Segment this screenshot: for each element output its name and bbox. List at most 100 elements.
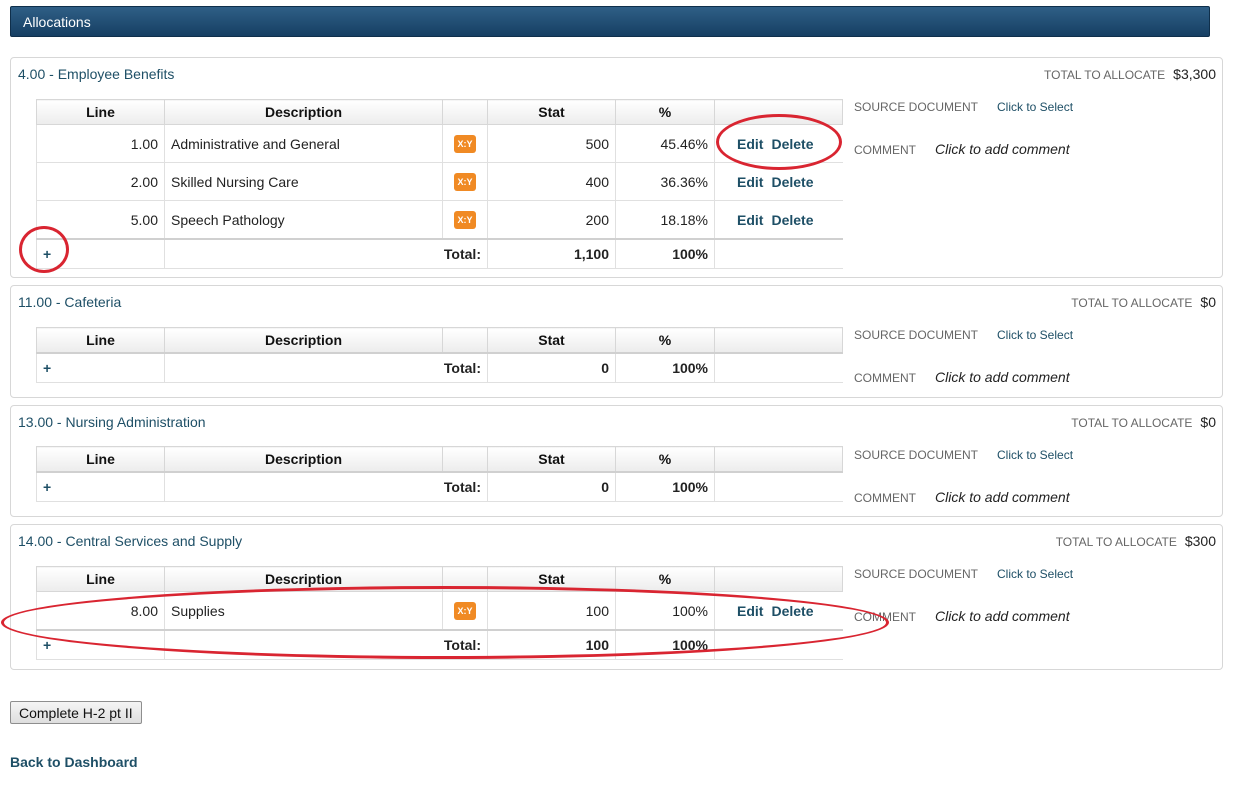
- total-row: + Total: 100 100%: [36, 629, 843, 660]
- table-header-row: Line Description Stat %: [36, 446, 843, 473]
- delete-button[interactable]: Delete: [771, 603, 813, 619]
- total-stat: 100: [487, 629, 616, 660]
- row-line: 8.00: [36, 591, 165, 631]
- section-title: 4.00 - Employee Benefits: [18, 66, 175, 82]
- edit-button[interactable]: Edit: [737, 603, 763, 619]
- col-icon: [442, 566, 488, 592]
- allocations-header: Allocations: [10, 6, 1210, 37]
- source-document-select-link[interactable]: Click to Select: [997, 567, 1073, 581]
- col-description: Description: [164, 327, 443, 354]
- row-stat: 500: [487, 124, 616, 163]
- add-row-cell: +: [36, 352, 165, 383]
- total-to-allocate-value: $300: [1184, 533, 1216, 549]
- col-percent: %: [615, 566, 715, 592]
- col-stat: Stat: [487, 99, 616, 125]
- section-employee-benefits: 4.00 - Employee Benefits TOTAL TO ALLOCA…: [10, 57, 1223, 278]
- allocation-table: Line Description Stat % 1.00 Administrat…: [36, 99, 843, 269]
- total-to-allocate-value: $0: [1200, 414, 1216, 430]
- total-to-allocate-label: TOTAL TO ALLOCATE: [1071, 416, 1193, 430]
- xy-ratio-icon[interactable]: X:Y: [454, 135, 476, 153]
- total-to-allocate: TOTAL TO ALLOCATE $300: [1056, 533, 1216, 549]
- edit-button[interactable]: Edit: [737, 174, 763, 190]
- allocations-title: Allocations: [23, 14, 91, 30]
- total-label: Total:: [164, 238, 488, 269]
- row-actions: Edit Delete: [714, 200, 843, 240]
- section-central-services-supply: 14.00 - Central Services and Supply TOTA…: [10, 524, 1223, 670]
- source-document-select-link[interactable]: Click to Select: [997, 100, 1073, 114]
- source-document-label: SOURCE DOCUMENT: [854, 328, 979, 342]
- total-percent: 100%: [615, 352, 715, 383]
- add-row-button[interactable]: +: [43, 637, 51, 653]
- comment-label: COMMENT: [854, 491, 916, 505]
- section-nursing-administration: 13.00 - Nursing Administration TOTAL TO …: [10, 405, 1223, 517]
- total-row: + Total: 0 100%: [36, 471, 843, 502]
- total-actions-cell: [714, 352, 843, 383]
- row-line: 5.00: [36, 200, 165, 240]
- table-header-row: Line Description Stat %: [36, 99, 843, 125]
- row-icon-cell: X:Y: [442, 162, 488, 201]
- row-stat: 400: [487, 162, 616, 201]
- edit-button[interactable]: Edit: [737, 136, 763, 152]
- col-icon: [442, 99, 488, 125]
- total-to-allocate: TOTAL TO ALLOCATE $0: [1071, 414, 1216, 430]
- add-comment-link[interactable]: Click to add comment: [935, 141, 1070, 157]
- source-document-label: SOURCE DOCUMENT: [854, 100, 979, 114]
- add-row-button[interactable]: +: [43, 246, 51, 262]
- source-document-label: SOURCE DOCUMENT: [854, 567, 979, 581]
- col-stat: Stat: [487, 566, 616, 592]
- total-percent: 100%: [615, 629, 715, 660]
- back-to-dashboard-link[interactable]: Back to Dashboard: [10, 754, 138, 770]
- edit-button[interactable]: Edit: [737, 212, 763, 228]
- total-percent: 100%: [615, 471, 715, 502]
- delete-button[interactable]: Delete: [771, 136, 813, 152]
- total-to-allocate-label: TOTAL TO ALLOCATE: [1071, 296, 1193, 310]
- col-percent: %: [615, 446, 715, 473]
- add-comment-link[interactable]: Click to add comment: [935, 489, 1070, 505]
- add-comment-link[interactable]: Click to add comment: [935, 369, 1070, 385]
- add-row-cell: +: [36, 238, 165, 269]
- xy-ratio-icon[interactable]: X:Y: [454, 173, 476, 191]
- col-line: Line: [36, 446, 165, 473]
- row-description: Skilled Nursing Care: [164, 162, 443, 201]
- col-description: Description: [164, 446, 443, 473]
- row-stat: 200: [487, 200, 616, 240]
- source-document-select-link[interactable]: Click to Select: [997, 448, 1073, 462]
- total-label: Total:: [164, 629, 488, 660]
- table-row: 8.00 Supplies X:Y 100 100% Edit Delete: [36, 591, 843, 631]
- col-actions: [714, 446, 843, 473]
- row-icon-cell: X:Y: [442, 591, 488, 631]
- table-header-row: Line Description Stat %: [36, 327, 843, 354]
- table-header-row: Line Description Stat %: [36, 566, 843, 592]
- total-actions-cell: [714, 629, 843, 660]
- row-percent: 36.36%: [615, 162, 715, 201]
- comment-label: COMMENT: [854, 371, 916, 385]
- total-row: + Total: 0 100%: [36, 352, 843, 383]
- total-label: Total:: [164, 352, 488, 383]
- source-document-select-link[interactable]: Click to Select: [997, 328, 1073, 342]
- col-percent: %: [615, 99, 715, 125]
- section-cafeteria: 11.00 - Cafeteria TOTAL TO ALLOCATE $0 Li…: [10, 285, 1223, 398]
- col-icon: [442, 446, 488, 473]
- row-line: 1.00: [36, 124, 165, 163]
- row-icon-cell: X:Y: [442, 124, 488, 163]
- add-comment-link[interactable]: Click to add comment: [935, 608, 1070, 624]
- col-icon: [442, 327, 488, 354]
- col-stat: Stat: [487, 446, 616, 473]
- allocation-table: Line Description Stat % + Total: 0 100%: [36, 446, 843, 502]
- table-row: 2.00 Skilled Nursing Care X:Y 400 36.36%…: [36, 162, 843, 201]
- delete-button[interactable]: Delete: [771, 174, 813, 190]
- total-stat: 0: [487, 352, 616, 383]
- table-row: 1.00 Administrative and General X:Y 500 …: [36, 124, 843, 163]
- source-document-label: SOURCE DOCUMENT: [854, 448, 979, 462]
- complete-h2-button[interactable]: Complete H-2 pt II: [10, 701, 142, 724]
- add-row-button[interactable]: +: [43, 360, 51, 376]
- total-to-allocate: TOTAL TO ALLOCATE $0: [1071, 294, 1216, 310]
- xy-ratio-icon[interactable]: X:Y: [454, 602, 476, 620]
- col-line: Line: [36, 327, 165, 354]
- row-icon-cell: X:Y: [442, 200, 488, 240]
- add-row-button[interactable]: +: [43, 479, 51, 495]
- total-to-allocate-value: $0: [1200, 294, 1216, 310]
- total-to-allocate: TOTAL TO ALLOCATE $3,300: [1044, 66, 1216, 82]
- delete-button[interactable]: Delete: [771, 212, 813, 228]
- xy-ratio-icon[interactable]: X:Y: [454, 211, 476, 229]
